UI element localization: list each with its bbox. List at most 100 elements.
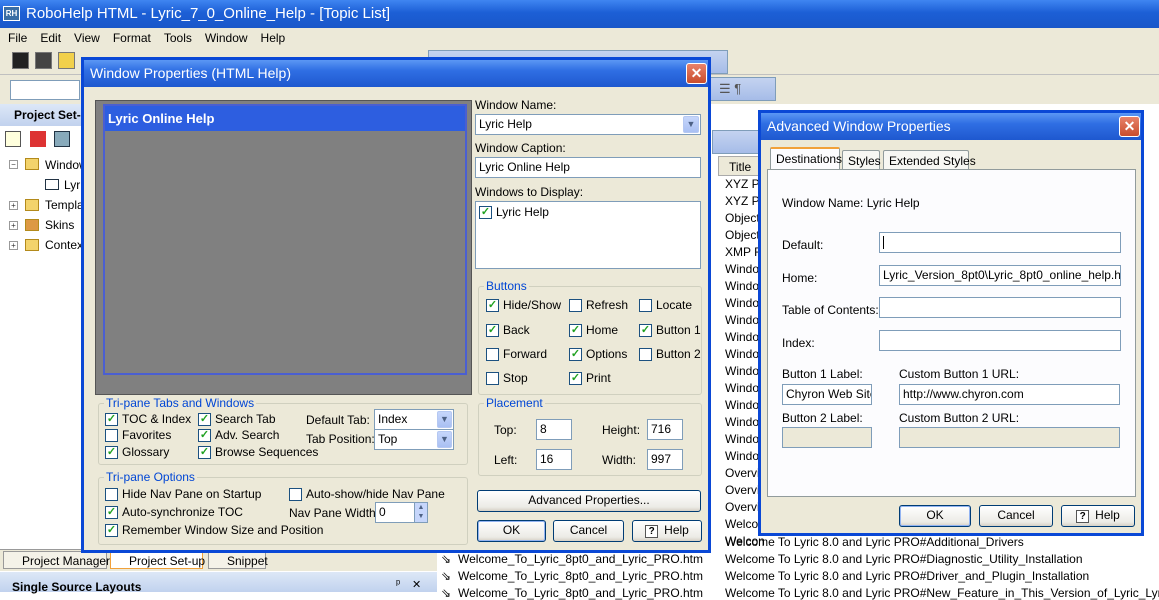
advanced-properties-button[interactable]: Advanced Properties... [477, 490, 701, 512]
tree-item-skins[interactable]: Skins [45, 218, 74, 232]
collapse-icon[interactable]: − [9, 160, 18, 169]
window-name-value: Lyric Help [479, 117, 532, 131]
display-label: Windows to Display: [475, 185, 584, 199]
new-icon[interactable] [5, 131, 21, 147]
close-icon[interactable]: ✕ [412, 578, 421, 591]
caption-input[interactable]: Lyric Online Help [475, 157, 701, 178]
default-input[interactable] [879, 232, 1121, 253]
table-row[interactable]: Welcome To Lyric 8.0 and Lyric PRO#Addit… [725, 535, 1024, 549]
left-input[interactable]: 16 [536, 449, 572, 470]
browse-sequences-checkbox[interactable]: ✓ [198, 446, 211, 459]
delete-icon[interactable] [30, 131, 46, 147]
style-combo[interactable] [10, 80, 80, 100]
button2-label: Button 2 [656, 347, 701, 361]
tab-project-manager[interactable]: Project Manager [3, 551, 110, 569]
table-row[interactable]: Welcome To Lyric 8.0 and Lyric PRO#New_F… [725, 586, 1159, 600]
menu-file[interactable]: File [8, 31, 27, 45]
table-row[interactable]: Welcome_To_Lyric_8pt0_and_Lyric_PRO.htm [458, 586, 703, 600]
button1-label: Button 1 [656, 323, 701, 337]
home-checkbox[interactable]: ✓ [569, 324, 582, 337]
spinner-icon[interactable]: ▲ ▼ [414, 502, 428, 523]
adv-search-checkbox[interactable]: ✓ [198, 429, 211, 442]
text-cursor [883, 236, 884, 249]
custom-button2-url-input[interactable] [899, 427, 1120, 448]
button2-label-input[interactable] [782, 427, 872, 448]
list-item[interactable]: Object [725, 211, 760, 225]
expand-icon[interactable]: + [9, 221, 18, 230]
display-checkbox[interactable]: ✓ [479, 206, 492, 219]
height-input[interactable]: 716 [647, 419, 683, 440]
save-icon[interactable] [12, 52, 29, 69]
preview-frame [103, 104, 467, 375]
auto-show-checkbox[interactable] [289, 488, 302, 501]
hide-show-checkbox[interactable]: ✓ [486, 299, 499, 312]
chevron-down-icon[interactable]: ▼ [683, 116, 699, 133]
robohelp-app-icon[interactable]: RH [3, 6, 20, 21]
expand-icon[interactable]: + [9, 241, 18, 250]
glossary-checkbox[interactable]: ✓ [105, 446, 118, 459]
locate-checkbox[interactable] [639, 299, 652, 312]
toc-index-checkbox[interactable]: ✓ [105, 413, 118, 426]
help-icon[interactable] [58, 52, 75, 69]
nav-width-input[interactable]: 0 [375, 502, 417, 523]
table-row[interactable]: Welcome To Lyric 8.0 and Lyric PRO#Diagn… [725, 552, 1083, 566]
menu-view[interactable]: View [74, 31, 100, 45]
window-name-select[interactable]: Lyric Help [475, 114, 701, 135]
cancel-button[interactable]: Cancel [553, 520, 624, 542]
home-input[interactable]: Lyric_Version_8pt0\Lyric_8pt0_online_hel… [879, 265, 1121, 286]
tab-project-setup[interactable]: Project Set-up [110, 551, 205, 569]
custom-button2-url-caption: Custom Button 2 URL: [899, 411, 1020, 425]
chevron-down-icon[interactable]: ▼ [437, 431, 452, 448]
custom-button1-url-input[interactable]: http://www.chyron.com [899, 384, 1120, 405]
remember-size-checkbox[interactable]: ✓ [105, 524, 118, 537]
table-row[interactable]: Welcome_To_Lyric_8pt0_and_Lyric_PRO.htm [458, 569, 703, 583]
tab-styles[interactable]: Styles [842, 150, 881, 170]
close-icon[interactable]: ✕ [1119, 116, 1140, 137]
help-button[interactable]: ? Help [632, 520, 702, 542]
app-title-bar: RoboHelp HTML - Lyric_7_0_Online_Help - … [0, 0, 1159, 28]
forward-checkbox[interactable] [486, 348, 499, 361]
close-icon[interactable]: ✕ [686, 63, 707, 84]
table-row[interactable]: Welcome To Lyric 8.0 and Lyric PRO#Drive… [725, 569, 1089, 583]
chevron-down-icon[interactable]: ▼ [437, 411, 452, 428]
stop-checkbox[interactable] [486, 372, 499, 385]
index-input[interactable] [879, 330, 1121, 351]
options-checkbox[interactable]: ✓ [569, 348, 582, 361]
table-row[interactable]: Welcome_To_Lyric_8pt0_and_Lyric_PRO.htm [458, 552, 703, 566]
paragraph-icons[interactable]: ☰ ¶ [710, 77, 776, 101]
hide-nav-checkbox[interactable] [105, 488, 118, 501]
tab-destinations[interactable]: Destinations [770, 147, 842, 170]
window-name-label: Window Name: [475, 98, 557, 112]
button2-checkbox[interactable] [639, 348, 652, 361]
menu-edit[interactable]: Edit [40, 31, 61, 45]
expand-icon[interactable]: + [9, 201, 18, 210]
button1-checkbox[interactable]: ✓ [639, 324, 652, 337]
width-input[interactable]: 997 [647, 449, 683, 470]
print-checkbox[interactable]: ✓ [569, 372, 582, 385]
auto-sync-checkbox[interactable]: ✓ [105, 506, 118, 519]
properties-icon[interactable] [54, 131, 70, 147]
ok-button[interactable]: OK [477, 520, 546, 542]
adv-cancel-button[interactable]: Cancel [979, 505, 1053, 527]
window-icon [45, 179, 59, 190]
button1-label-input[interactable]: Chyron Web Site [782, 384, 872, 405]
tab-snippet[interactable]: Snippet [208, 551, 268, 569]
menu-window[interactable]: Window [205, 31, 248, 45]
adv-help-button[interactable]: ? Help [1061, 505, 1135, 527]
toc-input[interactable] [879, 297, 1121, 318]
caption-label: Window Caption: [475, 141, 566, 155]
adv-ok-button[interactable]: OK [899, 505, 971, 527]
pin-icon[interactable]: ᵖ [396, 578, 400, 590]
search-tab-label: Search Tab [215, 412, 276, 426]
menu-format[interactable]: Format [113, 31, 151, 45]
menu-tools[interactable]: Tools [164, 31, 192, 45]
back-checkbox[interactable]: ✓ [486, 324, 499, 337]
top-input[interactable]: 8 [536, 419, 572, 440]
refresh-checkbox[interactable] [569, 299, 582, 312]
tab-extended-styles[interactable]: Extended Styles [883, 150, 976, 170]
menu-help[interactable]: Help [261, 31, 286, 45]
favorites-checkbox[interactable] [105, 429, 118, 442]
list-item[interactable]: Object [725, 228, 760, 242]
save-all-icon[interactable] [35, 52, 52, 69]
search-tab-checkbox[interactable]: ✓ [198, 413, 211, 426]
